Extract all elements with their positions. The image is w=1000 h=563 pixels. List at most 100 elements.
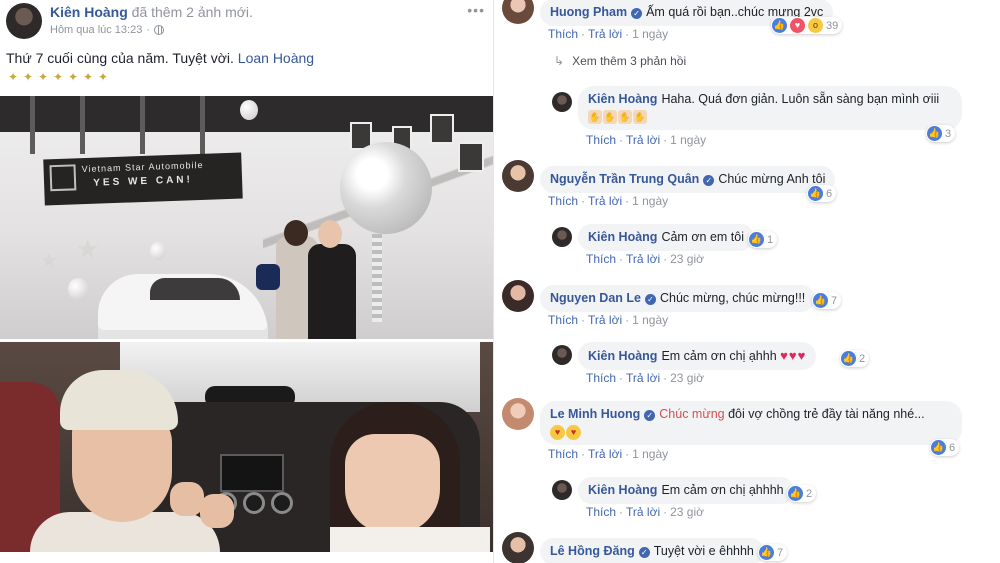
reply-link[interactable]: Trả lời [588, 447, 622, 461]
wall-picture [458, 142, 484, 172]
comment-time[interactable]: 23 giờ [670, 371, 704, 385]
ceiling-beam [200, 96, 205, 154]
comment-time[interactable]: 23 giờ [670, 252, 704, 266]
like-reaction-icon: 👍 [749, 232, 764, 247]
woman-face [345, 434, 440, 534]
post-photo-showroom[interactable]: Vietnam Star Automobile YES WE CAN! ★ ★ [0, 96, 493, 339]
commenter-name[interactable]: Nguyễn Trần Trung Quân [550, 172, 699, 186]
post-author-link[interactable]: Kiên Hoàng [50, 4, 128, 20]
comment-bubble: Kiên Hoàng Cảm ơn em tôi [578, 224, 754, 251]
comment-time[interactable]: 23 giờ [670, 505, 704, 519]
reply-link[interactable]: Trả lời [626, 133, 660, 147]
clap-emoji-icon: ✋ [588, 110, 602, 124]
reaction-summary[interactable]: 👍 6 [930, 439, 960, 456]
mention-link[interactable]: Loan Hoàng [238, 50, 314, 66]
reply-avatar[interactable] [552, 227, 572, 247]
comment-actions: Thích · Trả lời · 1 ngày [548, 194, 669, 208]
more-replies-label[interactable]: Xem thêm 3 phản hồi [572, 54, 686, 68]
reply-link[interactable]: Trả lời [588, 313, 622, 327]
balloon [68, 278, 88, 300]
ceiling-beam [30, 96, 35, 154]
comment-bubble: Nguyễn Trần Trung Quân ✓ Chúc mừng Anh tôi [540, 166, 836, 193]
reaction-count: 3 [945, 127, 952, 140]
commenter-name[interactable]: Kiên Hoàng [588, 349, 657, 363]
like-link[interactable]: Thích [586, 133, 616, 147]
post-text: Thứ 7 cuối cùng của năm. Tuyệt vời. Loan… [6, 50, 314, 66]
reply-avatar[interactable] [552, 92, 572, 112]
commenter-name[interactable]: Le Minh Huong [550, 407, 640, 421]
comment-actions: Thích · Trả lời · 1 ngày [548, 447, 669, 461]
commenter-avatar[interactable] [502, 160, 534, 192]
like-link[interactable]: Thích [548, 194, 578, 208]
commenter-name[interactable]: Lê Hồng Đăng [550, 544, 635, 558]
commenter-name[interactable]: Kiên Hoàng [588, 92, 657, 106]
reaction-summary[interactable]: 👍 6 [807, 185, 837, 202]
like-reaction-icon: 👍 [808, 186, 823, 201]
reply-link[interactable]: Trả lời [626, 371, 660, 385]
post-timestamp[interactable]: Hôm qua lúc 13:23 [50, 24, 142, 36]
commenter-name[interactable]: Nguyen Dan Le [550, 291, 641, 305]
comment-bubble: Le Minh Huong ✓ Chúc mừng đôi vợ chồng trẻ… [540, 401, 962, 445]
air-vent [243, 492, 265, 514]
commenter-avatar[interactable] [502, 398, 534, 430]
reaction-summary[interactable]: 👍 2 [840, 350, 870, 367]
comment-actions: Thích · Trả lời · 1 ngày [586, 133, 707, 147]
comment-time[interactable]: 1 ngày [670, 133, 706, 147]
reply-link[interactable]: Trả lời [588, 27, 622, 41]
reaction-summary[interactable]: 👍 ♥ o 39 [771, 17, 843, 34]
large-balloon [340, 142, 432, 234]
reaction-count: 2 [806, 487, 813, 500]
star-balloon: ★ [76, 234, 100, 264]
reaction-count: 6 [949, 441, 956, 454]
like-link[interactable]: Thích [548, 313, 578, 327]
commenter-avatar[interactable] [502, 280, 534, 312]
commenter-avatar[interactable] [502, 0, 534, 24]
verified-badge-icon: ✓ [631, 8, 643, 19]
comment-text: Tuyệt vời e êhhhh [653, 544, 754, 558]
commenter-name[interactable]: Kiên Hoàng [588, 483, 657, 497]
reply-avatar[interactable] [552, 480, 572, 500]
like-link[interactable]: Thích [548, 447, 578, 461]
comment-bubble: Kiên Hoàng Em cảm ơn chị ạhhhh [578, 477, 794, 504]
comment-actions: Thích · Trả lời · 23 giờ [586, 505, 704, 519]
comment-time[interactable]: 1 ngày [632, 27, 668, 41]
showroom-sign: Vietnam Star Automobile YES WE CAN! [43, 152, 243, 206]
view-more-replies[interactable]: ↳ Xem thêm 3 phản hồi [554, 54, 686, 68]
comment-actions: Thích · Trả lời · 1 ngày [548, 27, 669, 41]
reaction-summary[interactable]: 👍 7 [758, 544, 788, 561]
reply-avatar[interactable] [552, 345, 572, 365]
comment-time[interactable]: 1 ngày [632, 313, 668, 327]
comment-bubble: Kiên Hoàng Haha. Quá đơn giản. Luôn sẵn s… [578, 86, 962, 130]
reaction-summary[interactable]: 👍 1 [748, 231, 778, 248]
like-link[interactable]: Thích [586, 505, 616, 519]
like-reaction-icon: 👍 [931, 440, 946, 455]
verified-badge-icon: ✓ [645, 294, 656, 305]
highlighted-text: Chúc mừng [659, 407, 725, 421]
reply-link[interactable]: Trả lời [626, 505, 660, 519]
heart-eyes-emoji-icon: ♥ [566, 425, 581, 440]
comment-time[interactable]: 1 ngày [632, 194, 668, 208]
reply-link[interactable]: Trả lời [626, 252, 660, 266]
author-avatar[interactable] [6, 3, 42, 39]
celebration-emoji-icon: ✦ [52, 70, 64, 84]
more-options-icon[interactable]: ••• [467, 2, 485, 18]
comment-time[interactable]: 1 ngày [632, 447, 668, 461]
commenter-name[interactable]: Huong Pham [550, 5, 627, 19]
reaction-summary[interactable]: 👍 3 [926, 125, 956, 142]
like-link[interactable]: Thích [586, 371, 616, 385]
ceiling-beam [80, 96, 85, 154]
like-link[interactable]: Thích [586, 252, 616, 266]
reply-link[interactable]: Trả lời [588, 194, 622, 208]
woman-head [284, 220, 308, 246]
reaction-summary[interactable]: 👍 2 [787, 485, 817, 502]
like-reaction-icon: 👍 [772, 18, 787, 33]
reaction-count: 7 [777, 546, 784, 559]
celebration-emoji-icon: ✦ [37, 70, 49, 84]
like-link[interactable]: Thích [548, 27, 578, 41]
clap-emoji-icon: ✋ [633, 110, 647, 124]
commenter-avatar[interactable] [502, 532, 534, 563]
commenter-name[interactable]: Kiên Hoàng [588, 230, 657, 244]
reaction-summary[interactable]: 👍 7 [812, 292, 842, 309]
celebration-emoji-icon: ✦ [67, 70, 79, 84]
post-photo-car-interior[interactable] [0, 342, 493, 552]
